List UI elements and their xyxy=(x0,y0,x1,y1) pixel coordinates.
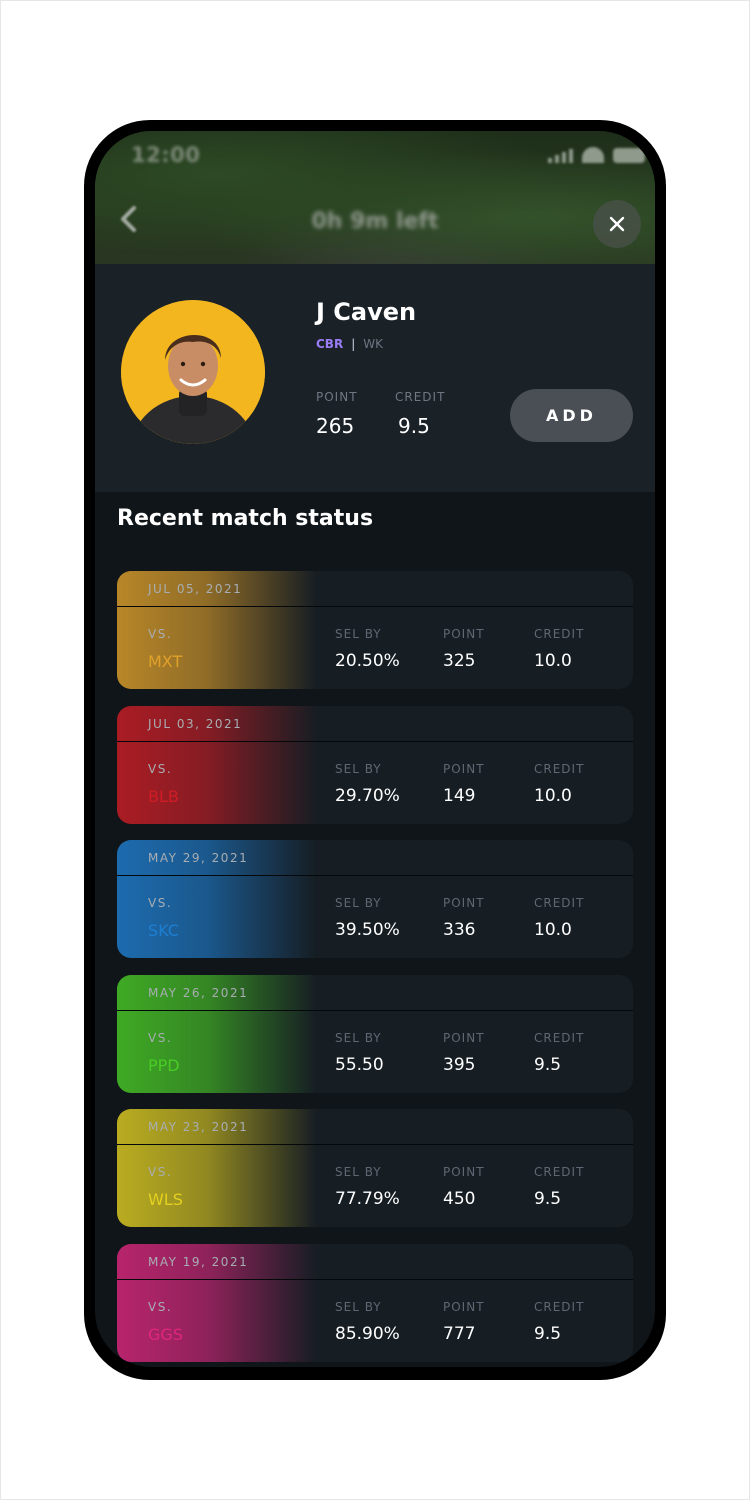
phone-frame: 12:00 0h 9m left J Caven CBR | WK POINT … xyxy=(84,120,666,1380)
opponent-code: PPD xyxy=(148,1055,180,1075)
credit-value: 9.5 xyxy=(534,1054,562,1075)
player-role: WK xyxy=(363,337,383,351)
credit-value: 10.0 xyxy=(534,920,572,940)
signal-icon xyxy=(548,149,573,163)
match-card[interactable]: MAY 19, 2021 VS. GGS SEL BY 85.90% POINT… xyxy=(117,1243,633,1362)
match-date: MAY 23, 2021 xyxy=(148,1120,249,1134)
match-list: JUL 05, 2021 VS. MXT SEL BY 20.50% POINT… xyxy=(117,571,633,1367)
match-timer: 0h 9m left xyxy=(311,209,439,234)
point-label: POINT xyxy=(443,1165,485,1179)
close-button[interactable] xyxy=(593,200,641,248)
sel-by-value: 77.79% xyxy=(335,1189,400,1209)
point-label: POINT xyxy=(443,1030,485,1045)
add-player-button[interactable]: ADD xyxy=(510,389,633,442)
point-label: POINT xyxy=(443,761,485,776)
app-screen: 12:00 0h 9m left J Caven CBR | WK POINT … xyxy=(95,131,655,1367)
opponent-code: MXT xyxy=(148,652,183,671)
credit-label: CREDIT xyxy=(395,390,446,404)
sel-by-label: SEL BY xyxy=(335,1165,382,1179)
point-label: POINT xyxy=(443,1299,485,1314)
credit-value: 9.5 xyxy=(534,1323,562,1344)
team-separator: | xyxy=(351,337,356,351)
opponent-code: SKC xyxy=(148,921,179,940)
sel-by-label: SEL BY xyxy=(335,1030,382,1045)
vs-label: VS. xyxy=(148,1165,173,1179)
sel-by-value: 55.50 xyxy=(335,1054,384,1075)
credit-value: 9.5 xyxy=(534,1189,562,1209)
sel-by-value: 85.90% xyxy=(335,1323,400,1344)
match-card[interactable]: MAY 29, 2021 VS. SKC SEL BY 39.50% POINT… xyxy=(117,840,633,958)
point-label: POINT xyxy=(316,390,358,404)
point-value: 336 xyxy=(443,920,476,940)
sel-by-value: 39.50% xyxy=(335,920,400,940)
point-label: POINT xyxy=(443,627,485,641)
close-icon xyxy=(609,216,625,232)
match-date: JUL 03, 2021 xyxy=(148,716,243,731)
player-avatar xyxy=(121,300,265,444)
sel-by-label: SEL BY xyxy=(335,1299,382,1314)
credit-label: CREDIT xyxy=(534,896,585,910)
sel-by-label: SEL BY xyxy=(335,896,382,910)
credit-value: 10.0 xyxy=(534,785,572,806)
match-date: MAY 26, 2021 xyxy=(148,985,249,1000)
point-value: 395 xyxy=(443,1054,476,1075)
player-profile-card: J Caven CBR | WK POINT 265 CREDIT 9.5 AD… xyxy=(95,264,655,492)
sel-by-label: SEL BY xyxy=(335,761,382,776)
opponent-code: BLB xyxy=(148,786,179,806)
sel-by-value: 20.50% xyxy=(335,651,400,671)
vs-label: VS. xyxy=(148,761,173,776)
match-date: MAY 19, 2021 xyxy=(148,1254,249,1269)
point-value: 149 xyxy=(443,785,476,806)
card-divider xyxy=(117,1278,633,1280)
vs-label: VS. xyxy=(148,1030,173,1045)
sel-by-label: SEL BY xyxy=(335,627,382,641)
point-value: 325 xyxy=(443,651,476,671)
credit-label: CREDIT xyxy=(534,1299,585,1314)
match-card[interactable]: JUL 03, 2021 VS. BLB SEL BY 29.70% POINT… xyxy=(117,705,633,824)
vs-label: VS. xyxy=(148,896,173,910)
hero-background: 12:00 0h 9m left xyxy=(95,131,655,276)
credit-label: CREDIT xyxy=(534,627,585,641)
match-date: JUL 05, 2021 xyxy=(148,582,243,596)
opponent-code: GGS xyxy=(148,1324,183,1344)
card-divider xyxy=(117,1009,633,1011)
credit-label: CREDIT xyxy=(534,1165,585,1179)
status-time: 12:00 xyxy=(131,143,201,167)
sel-by-value: 29.70% xyxy=(335,785,400,806)
opponent-code: WLS xyxy=(148,1190,183,1209)
match-card[interactable]: MAY 26, 2021 VS. PPD SEL BY 55.50 POINT … xyxy=(117,974,633,1093)
vs-label: VS. xyxy=(148,1299,173,1314)
match-card[interactable]: JUL 05, 2021 VS. MXT SEL BY 20.50% POINT… xyxy=(117,571,633,689)
credit-value: 9.5 xyxy=(398,414,430,438)
credit-label: CREDIT xyxy=(534,761,585,776)
status-icons xyxy=(548,147,645,163)
card-divider xyxy=(117,740,633,742)
card-divider xyxy=(117,606,633,607)
section-title: Recent match status xyxy=(117,506,374,531)
match-card[interactable]: MAY 23, 2021 VS. WLS SEL BY 77.79% POINT… xyxy=(117,1109,633,1227)
point-label: POINT xyxy=(443,896,485,910)
wifi-icon xyxy=(582,147,604,163)
vs-label: VS. xyxy=(148,627,173,641)
credit-label: CREDIT xyxy=(534,1030,585,1045)
point-value: 777 xyxy=(443,1323,476,1344)
team-code: CBR xyxy=(316,337,344,351)
player-name: J Caven xyxy=(316,298,417,326)
battery-icon xyxy=(613,148,645,163)
card-divider xyxy=(117,1144,633,1145)
credit-value: 10.0 xyxy=(534,651,572,671)
match-date: MAY 29, 2021 xyxy=(148,851,249,865)
card-divider xyxy=(117,875,633,876)
player-team-role: CBR | WK xyxy=(316,337,383,351)
point-value: 265 xyxy=(316,414,355,438)
point-value: 450 xyxy=(443,1189,476,1209)
